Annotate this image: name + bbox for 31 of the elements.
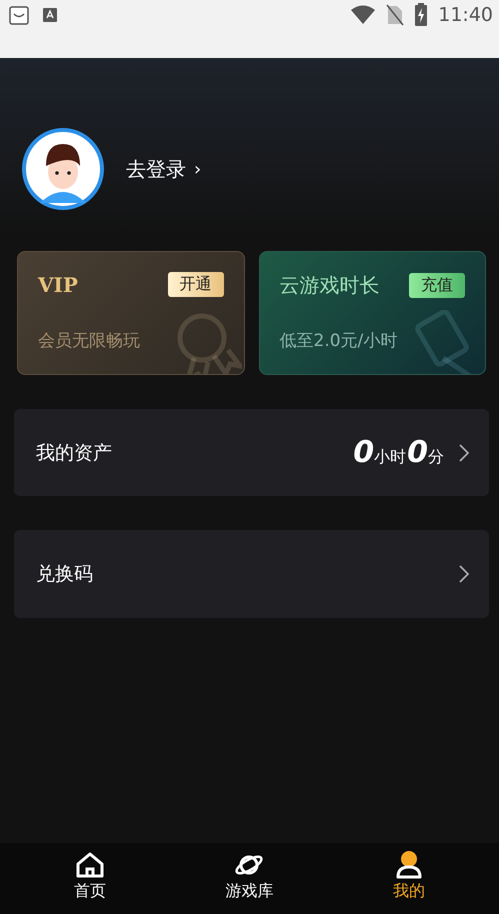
home-icon — [74, 851, 105, 879]
card-action-button[interactable]: 开通 — [168, 272, 224, 297]
nav-tab[interactable]: 首页 — [44, 843, 135, 914]
user-icon — [394, 851, 424, 879]
login-link[interactable]: 去登录 › — [126, 156, 202, 182]
no-sim-icon — [386, 4, 404, 26]
membership-card[interactable]: VIP 开通 会员无限畅玩 — [17, 251, 244, 375]
chevron-right-icon — [459, 444, 469, 462]
hours-value: 0 — [353, 435, 374, 470]
avatar-icon[interactable] — [22, 128, 104, 210]
assets-label: 我的资产 — [36, 440, 112, 466]
redeem-code-label: 兑换码 — [36, 562, 93, 587]
card-title: VIP — [38, 272, 78, 296]
wifi-icon — [350, 5, 376, 25]
card-subtitle: 会员无限畅玩 — [38, 330, 141, 352]
assets-row[interactable]: 我的资产 0小时0分 — [14, 409, 489, 496]
shopping-bag-icon — [8, 4, 30, 26]
clock-time: 11:40 — [438, 4, 493, 26]
minutes-value: 0 — [407, 435, 428, 470]
card-subtitle: 低至2.0元/小时 — [280, 330, 398, 352]
minutes-unit: 分 — [428, 447, 444, 468]
keyboard-icon — [42, 7, 58, 23]
battery-charging-icon — [414, 3, 428, 27]
nav-tab[interactable]: 游戏库 — [204, 843, 294, 914]
hours-unit: 小时 — [374, 447, 406, 468]
card-action-button[interactable]: 充值 — [409, 273, 465, 298]
redeem-code-row[interactable]: 兑换码 — [14, 530, 489, 618]
chevron-right-icon — [459, 565, 469, 583]
nav-tab[interactable]: 我的 — [364, 843, 454, 914]
card-title: 云游戏时长 — [280, 272, 380, 299]
membership-card[interactable]: 云游戏时长 充值 低至2.0元/小时 — [258, 251, 486, 375]
